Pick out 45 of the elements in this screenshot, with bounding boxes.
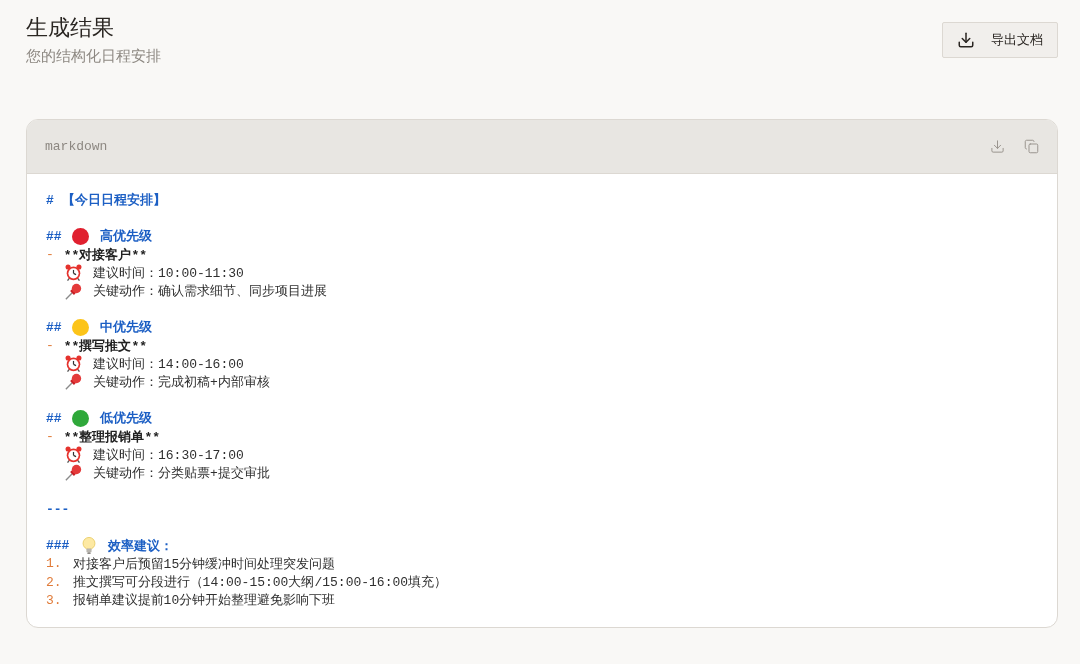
detail-text: 建议时间：16:30-17:00	[93, 446, 244, 464]
detail-text: 建议时间：10:00-11:30	[93, 264, 244, 282]
heading-marker: #	[46, 192, 54, 208]
detail-text: 关键动作：完成初稿+内部审核	[93, 373, 270, 391]
divider-marker: ---	[46, 501, 70, 517]
alarm-clock-icon	[65, 446, 82, 464]
download-icon	[957, 31, 975, 49]
heading-text: 【今日日程安排】	[61, 191, 166, 210]
alarm-clock-icon	[65, 264, 82, 282]
page-title: 生成结果	[26, 14, 114, 42]
pushpin-icon	[65, 373, 82, 391]
heading-text: 高优先级	[99, 227, 152, 246]
tip-text: 报销单建议提前10分钟开始整理避免影响下班	[72, 592, 336, 610]
export-button[interactable]: 导出文档	[942, 22, 1058, 58]
copy-button[interactable]	[1023, 138, 1039, 155]
tip-text: 推文撰写可分段进行（14:00-15:00大纲/15:00-16:00填充）	[72, 574, 448, 592]
heading-text: 低优先级	[99, 410, 152, 428]
task-text: **对接客户**	[63, 246, 148, 264]
detail-text: 关键动作：分类贴票+提交审批	[93, 464, 270, 482]
heading-marker: ###	[46, 538, 70, 554]
pushpin-icon	[65, 464, 82, 482]
list-bullet: -	[46, 338, 54, 354]
pushpin-icon	[65, 282, 82, 300]
tip-text: 对接客户后预留15分钟缓冲时间处理突发问题	[72, 555, 336, 573]
list-bullet: -	[46, 429, 54, 445]
heading-marker: ##	[46, 319, 62, 335]
lightbulb-icon	[82, 537, 97, 555]
alarm-clock-icon	[65, 355, 82, 373]
download-button[interactable]	[989, 138, 1005, 155]
detail-text: 建议时间：14:00-16:00	[93, 355, 244, 373]
task-text: **撰写推文**	[63, 337, 148, 355]
task-text: **整理报销单**	[63, 428, 161, 446]
language-label: markdown	[45, 139, 108, 154]
list-number: 2.	[46, 574, 62, 590]
page-subtitle: 您的结构化日程安排	[26, 46, 161, 66]
list-bullet: -	[46, 247, 54, 263]
heading-marker: ##	[46, 228, 62, 244]
detail-text: 关键动作：确认需求细节、同步项目进展	[93, 283, 327, 301]
download-icon	[989, 139, 1005, 154]
heading-marker: ##	[46, 410, 62, 426]
heading-text: 中优先级	[99, 319, 152, 337]
list-number: 1.	[46, 556, 62, 572]
copy-icon	[1023, 139, 1039, 154]
list-number: 3.	[46, 592, 62, 608]
heading-text: 效率建议：	[108, 537, 174, 555]
